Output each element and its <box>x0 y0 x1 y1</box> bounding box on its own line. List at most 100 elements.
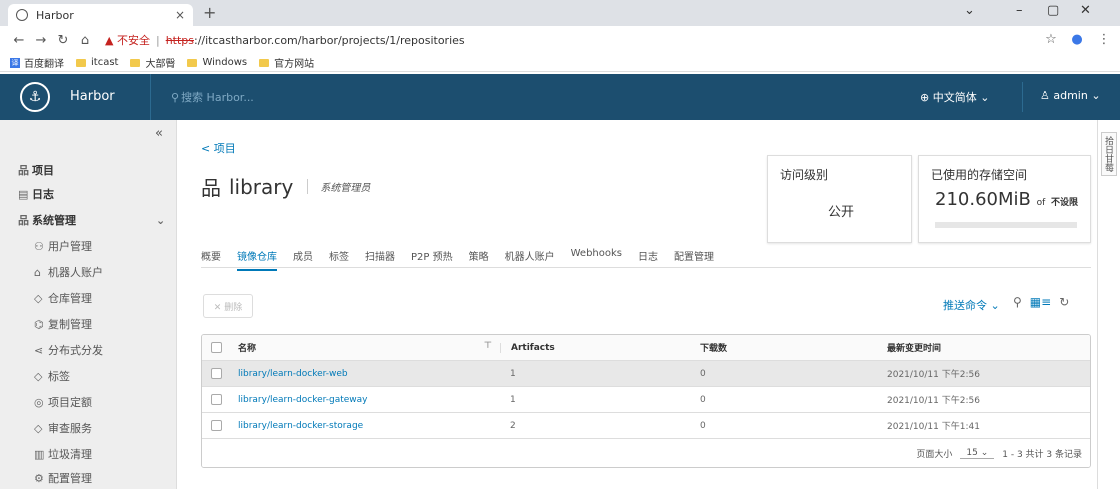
storage-label: 已使用的存储空间 <box>931 168 1028 182</box>
repo-name-link[interactable]: library/learn-docker-web <box>230 369 500 379</box>
sidebar-item-interrogation[interactable]: ◇ 审查服务 <box>0 416 177 440</box>
collapse-sidebar-icon[interactable]: « <box>155 126 163 141</box>
page-size-label: 页面大小 <box>916 449 953 460</box>
tab-title: Harbor <box>36 8 74 22</box>
harbor-header: ⚓ Harbor ⚲ 搜索 Harbor... ⊕ 中文简体 ⌄ ♙ admin… <box>0 74 1120 120</box>
sidebar-item-robot-accounts[interactable]: ⌂ 机器人账户 <box>0 260 177 284</box>
table-header: 名称 ⊤ Artifacts 下载数 最新变更时间 <box>202 335 1090 361</box>
sidebar-item-gc[interactable]: ▥ 垃圾清理 <box>0 442 177 466</box>
back-to-projects-link[interactable]: < 项目 <box>201 140 236 156</box>
repositories-table: 名称 ⊤ Artifacts 下载数 最新变更时间 library/learn-d… <box>201 334 1091 468</box>
menu-icon[interactable]: ⋮ <box>1093 32 1115 47</box>
global-search-input[interactable]: ⚲ 搜索 Harbor... <box>150 74 254 120</box>
bookmark-item[interactable]: 大部臀 <box>130 55 175 70</box>
gear-icon: ⚙ <box>34 471 44 485</box>
view-toggle-icon[interactable]: ▦≡ <box>1030 295 1051 309</box>
profile-avatar[interactable]: ● <box>1066 32 1088 47</box>
brand-name[interactable]: Harbor <box>70 89 115 104</box>
bookmark-item[interactable]: Windows <box>187 57 247 68</box>
quota-icon: ◎ <box>34 395 44 409</box>
artifact-count: 1 <box>510 394 516 405</box>
security-warning[interactable]: ▲ 不安全 <box>105 32 150 48</box>
sidebar-item-users[interactable]: ⚇ 用户管理 <box>0 234 177 258</box>
folder-icon <box>130 58 141 67</box>
delete-button[interactable]: ✕ 删除 <box>203 294 253 318</box>
browser-tab[interactable]: Harbor × <box>8 4 193 26</box>
tab-search-chevron-icon[interactable]: ⌄ <box>964 3 975 18</box>
logs-icon: ▤ <box>18 187 29 201</box>
trash-icon: ▥ <box>34 447 45 461</box>
download-count: 0 <box>700 368 706 379</box>
select-all-checkbox[interactable] <box>202 342 230 353</box>
forward-icon[interactable]: → <box>30 33 52 48</box>
replication-icon: ⌬ <box>34 317 44 331</box>
new-tab-button[interactable]: + <box>203 3 216 22</box>
sidebar-item-labels[interactable]: ◇ 标签 <box>0 364 177 388</box>
home-icon[interactable]: ⌂ <box>74 33 96 48</box>
project-icon: 品 <box>201 176 221 200</box>
globe-icon: ⊕ <box>920 91 933 104</box>
table-row[interactable]: library/learn-docker-storage 2 0 2021/10… <box>202 413 1090 439</box>
sidebar-item-distributions[interactable]: ⋖ 分布式分发 <box>0 338 177 362</box>
folder-icon <box>259 58 270 67</box>
column-name[interactable]: 名称 ⊤ <box>230 341 500 354</box>
table-tools: ⚲ ▦≡ ↻ <box>1005 295 1069 309</box>
row-checkbox[interactable] <box>202 394 230 405</box>
bookmark-star-icon[interactable]: ☆ <box>1040 32 1062 47</box>
sidebar-item-quotas[interactable]: ◎ 项目定额 <box>0 390 177 414</box>
url-input[interactable]: ▲ 不安全 | https ://itcastharbor.com/harbor… <box>105 29 1050 51</box>
column-modified-time[interactable]: 最新变更时间 <box>875 341 1090 354</box>
repo-name-link[interactable]: library/learn-docker-gateway <box>230 395 500 405</box>
refresh-icon[interactable]: ↻ <box>1059 295 1069 309</box>
push-command-button[interactable]: 推送命令 ⌄ <box>943 297 1000 313</box>
page-size-select[interactable]: 15 ⌄ <box>960 448 995 459</box>
reload-icon[interactable]: ↻ <box>52 33 74 48</box>
row-checkbox[interactable] <box>202 420 230 431</box>
modified-time: 2021/10/11 下午2:56 <box>887 396 980 406</box>
close-window-icon[interactable]: ✕ <box>1080 3 1091 18</box>
bookmark-item[interactable]: 官方网站 <box>259 55 314 70</box>
folder-icon <box>76 58 86 67</box>
harbor-logo-icon[interactable]: ⚓ <box>20 82 50 112</box>
storage-value: 210.60MiB of 不设限 <box>935 189 1079 210</box>
column-artifacts[interactable]: Artifacts <box>500 342 690 353</box>
bookmark-item[interactable]: itcast <box>76 57 118 68</box>
row-checkbox[interactable] <box>202 368 230 379</box>
sidebar-item-registries[interactable]: ◇ 仓库管理 <box>0 286 177 310</box>
sidebar-item-projects[interactable]: 品项目 <box>0 158 177 182</box>
robot-icon: ⌂ <box>34 265 41 279</box>
maximize-icon[interactable]: ▢ <box>1047 3 1059 18</box>
minimize-icon[interactable]: – <box>1016 3 1023 18</box>
bookmark-item[interactable]: 译百度翻译 <box>10 55 64 70</box>
language-selector[interactable]: ⊕ 中文简体 ⌄ <box>920 89 989 105</box>
main-content: < 项目 品 library 系统管理员 访问级别 公开 已使用的存储空间 21… <box>177 120 1097 489</box>
pagination-summary: 1 - 3 共计 3 条记录 <box>1002 449 1082 460</box>
column-downloads[interactable]: 下载数 <box>690 341 875 354</box>
table-row[interactable]: library/learn-docker-gateway 1 0 2021/10… <box>202 387 1090 413</box>
storage-card: 已使用的存储空间 210.60MiB of 不设限 <box>918 155 1091 243</box>
access-level-value: 公开 <box>828 205 855 220</box>
projects-icon: 品 <box>18 164 29 177</box>
download-count: 0 <box>700 420 706 431</box>
user-menu[interactable]: ♙ admin ⌄ <box>1040 89 1101 102</box>
artifact-count: 2 <box>510 420 516 431</box>
right-side-panel: 拾日甘莓 <box>1097 120 1120 489</box>
table-row[interactable]: library/learn-docker-web 1 0 2021/10/11 … <box>202 361 1090 387</box>
address-bar: ← → ↻ ⌂ ▲ 不安全 | https ://itcastharbor.co… <box>0 26 1120 54</box>
modified-time: 2021/10/11 下午2:56 <box>887 370 980 380</box>
sidebar-item-logs[interactable]: ▤ 日志 <box>0 182 177 206</box>
side-panel-toggle[interactable]: 拾日甘莓 <box>1101 132 1117 176</box>
search-icon[interactable]: ⚲ <box>1013 295 1022 309</box>
storage-progress-bar <box>935 222 1077 228</box>
artifact-count: 1 <box>510 368 516 379</box>
access-level-label: 访问级别 <box>780 168 829 182</box>
repo-name-link[interactable]: library/learn-docker-storage <box>230 421 500 431</box>
harbor-favicon-icon <box>16 9 28 21</box>
sidebar-item-admin[interactable]: 品系统管理 ⌄ <box>0 208 177 232</box>
filter-icon[interactable]: ⊤ <box>484 341 492 351</box>
sidebar-item-config[interactable]: ⚙ 配置管理 <box>0 466 177 489</box>
back-icon[interactable]: ← <box>8 33 30 48</box>
close-tab-icon[interactable]: × <box>175 8 185 22</box>
sidebar: « 品项目 ▤ 日志 品系统管理 ⌄ ⚇ 用户管理 ⌂ 机器人账户 ◇ 仓库管理 ⌬ 复制… <box>0 120 177 489</box>
sidebar-item-replications[interactable]: ⌬ 复制管理 <box>0 312 177 336</box>
